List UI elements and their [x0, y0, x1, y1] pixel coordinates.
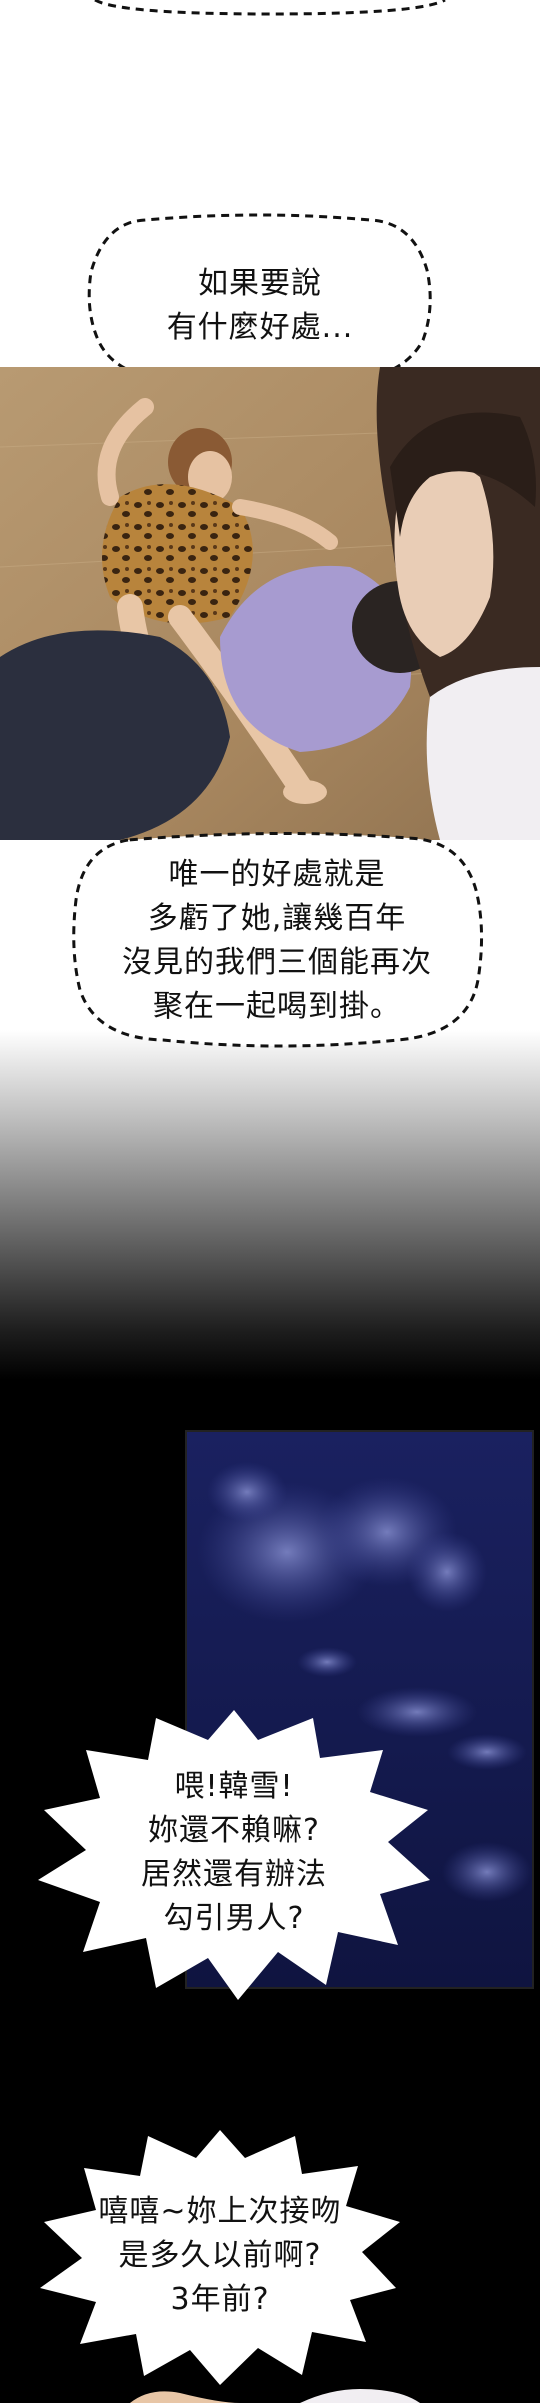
bubble-2-line-4: 聚在一起喝到掛。 — [153, 989, 401, 1024]
bubble-4-line-1: 嘻嘻~妳上次接吻 — [98, 2194, 342, 2229]
bubble-3-line-1: 喂!韓雪! — [174, 1769, 294, 1804]
bubble-3-line-2: 妳還不賴嘛? — [148, 1813, 320, 1848]
bubble-3-text: 喂!韓雪! 妳還不賴嘛? 居然還有辦法 勾引男人? — [38, 1765, 430, 1941]
bubble-4-line-2: 是多久以前啊? — [118, 2238, 322, 2273]
bubble-1-line-2: 有什麼好處... — [166, 310, 354, 345]
bubble-3-line-4: 勾引男人? — [163, 1901, 305, 1936]
bubble-2-line-2: 多虧了她,讓幾百年 — [147, 901, 407, 936]
bubble-2-text: 唯一的好處就是 多虧了她,讓幾百年 沒見的我們三個能再次 聚在一起喝到掛。 — [68, 853, 486, 1029]
speech-bubble-2: 唯一的好處就是 多虧了她,讓幾百年 沒見的我們三個能再次 聚在一起喝到掛。 — [68, 830, 486, 1050]
bubble-4-line-3: 3年前? — [170, 2282, 270, 2317]
bubble-3-line-3: 居然還有辦法 — [141, 1857, 327, 1892]
bubble-2-line-3: 沒見的我們三個能再次 — [122, 945, 432, 980]
speech-bubble-1: 如果要說 有什麼好處... — [85, 212, 435, 387]
next-panel-hint — [130, 2389, 420, 2403]
partial-speech-bubble-top — [94, 0, 446, 16]
speech-bubble-4: 嘻嘻~妳上次接吻 是多久以前啊? 3年前? — [40, 2130, 400, 2385]
comic-panel-party-scene — [0, 367, 540, 840]
bubble-4-text: 嘻嘻~妳上次接吻 是多久以前啊? 3年前? — [40, 2190, 400, 2322]
bubble-1-text: 如果要說 有什麼好處... — [85, 262, 435, 350]
panel-illustration — [0, 367, 540, 840]
bubble-1-line-1: 如果要說 — [198, 266, 322, 301]
bubble-2-line-1: 唯一的好處就是 — [168, 857, 386, 892]
speech-bubble-3: 喂!韓雪! 妳還不賴嘛? 居然還有辦法 勾引男人? — [38, 1710, 430, 2000]
